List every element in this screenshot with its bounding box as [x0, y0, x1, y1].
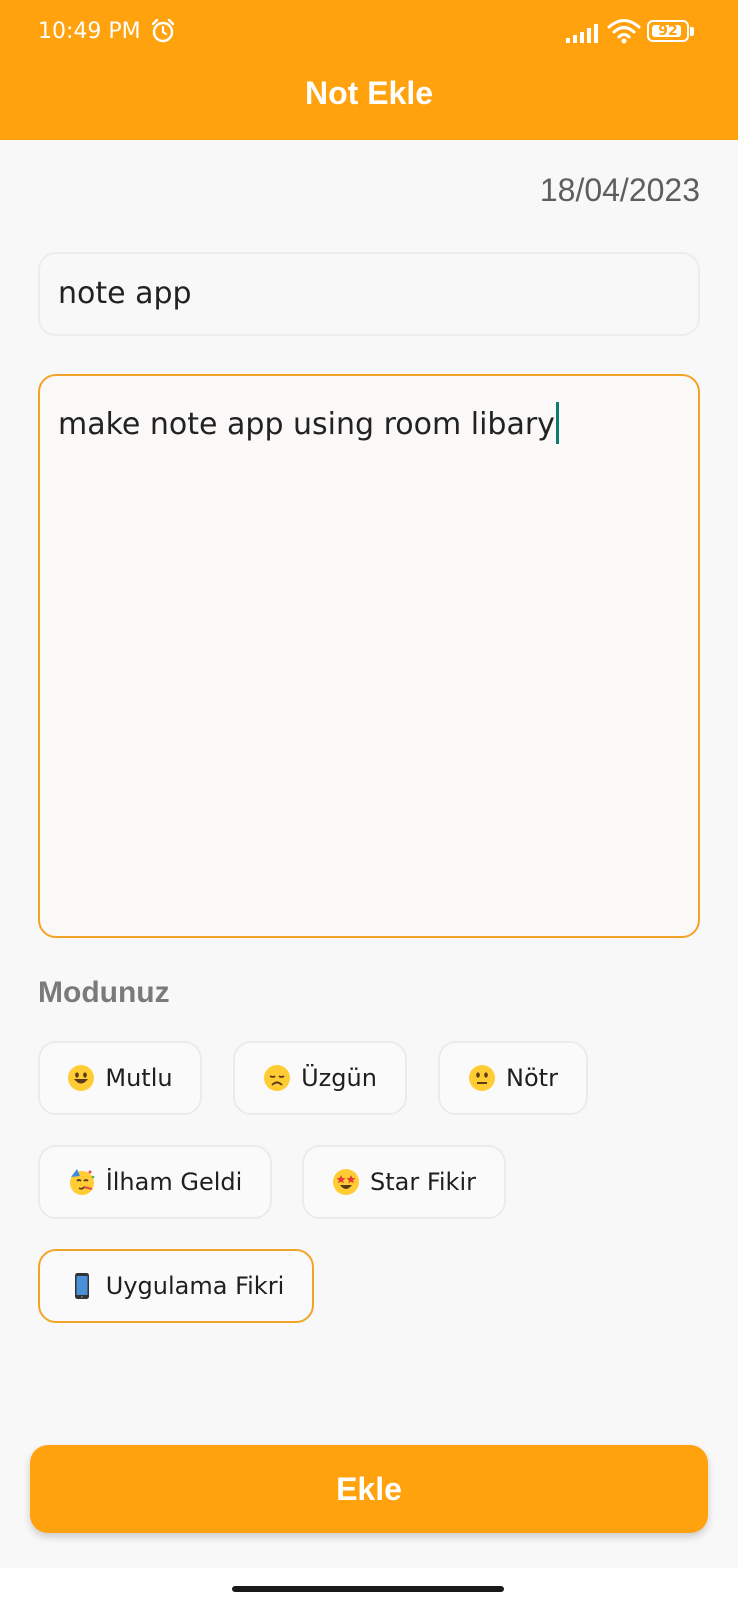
page-title: Not Ekle	[304, 75, 434, 111]
mood-chip-uygulama-fikri[interactable]: Uygulama Fikri	[38, 1249, 314, 1323]
note-body-input[interactable]: make note app using room libary	[38, 374, 700, 938]
mood-chip-label: Uygulama Fikri	[105, 1272, 285, 1300]
mood-chip-label: Mutlu	[105, 1064, 173, 1092]
battery-level: 92	[658, 23, 678, 39]
text-cursor	[555, 402, 559, 444]
note-title-input[interactable]: note app	[38, 252, 700, 336]
mood-chip-ilham-geldi[interactable]: İlham Geldi	[38, 1145, 272, 1219]
note-date: 18/04/2023	[539, 172, 700, 208]
mood-chip-uzgun[interactable]: Üzgün	[233, 1041, 407, 1115]
home-indicator[interactable]	[232, 1586, 504, 1592]
alarm-icon	[151, 18, 175, 43]
status-bar: 10:49 PM 92	[0, 0, 738, 64]
mood-label: Modunuz	[38, 976, 170, 1009]
app-bar: 10:49 PM 92 Not Ekle	[0, 0, 738, 140]
mood-chip-label: Üzgün	[301, 1064, 377, 1092]
add-button[interactable]: Ekle	[30, 1445, 708, 1533]
star-struck-face-icon	[332, 1169, 359, 1195]
note-body-text: make note app using room libary	[58, 407, 555, 442]
partying-face-icon	[69, 1169, 94, 1195]
mood-chip-label: İlham Geldi	[105, 1168, 243, 1196]
mood-chip-notr[interactable]: Nötr	[438, 1041, 588, 1115]
neutral-face-icon	[469, 1065, 496, 1091]
battery-icon: 92	[647, 20, 695, 44]
disappointed-face-icon	[264, 1065, 291, 1091]
grinning-face-icon	[68, 1065, 95, 1091]
navigation-bar	[0, 1568, 738, 1600]
status-time: 10:49 PM	[38, 19, 141, 44]
mood-chip-label: Nötr	[506, 1064, 558, 1092]
mood-chip-star-fikir[interactable]: Star Fikir	[302, 1145, 506, 1219]
wifi-icon	[607, 19, 641, 44]
mood-chip-label: Star Fikir	[369, 1168, 476, 1196]
mobile-phone-icon	[74, 1273, 89, 1299]
mood-chip-mutlu[interactable]: Mutlu	[38, 1041, 202, 1115]
signal-icon	[566, 24, 598, 43]
